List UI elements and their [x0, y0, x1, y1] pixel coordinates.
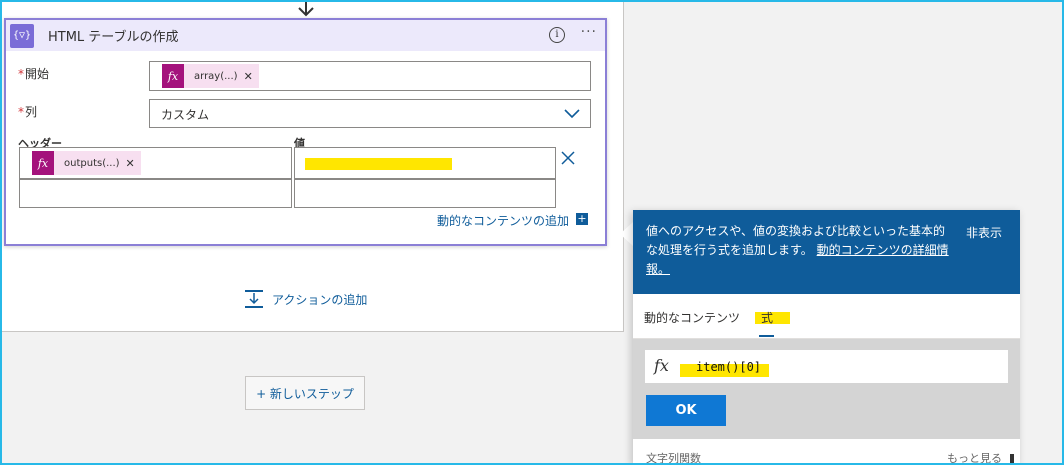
hide-button[interactable]: 非表示	[966, 224, 1002, 243]
header-cell-2[interactable]	[19, 179, 292, 208]
fx-icon: fx	[32, 151, 54, 175]
more-options-icon[interactable]: ···	[581, 24, 597, 40]
start-label: *開始	[18, 67, 50, 81]
chevron-down-icon	[564, 109, 580, 119]
column-select[interactable]: カスタム	[149, 99, 591, 128]
string-functions-label: 文字列関数	[646, 452, 701, 465]
see-more-link[interactable]: もっと見る	[947, 450, 1002, 465]
start-field[interactable]: fx array(...) ✕	[149, 61, 591, 91]
add-action-icon	[245, 290, 263, 308]
token-text: outputs(...)	[64, 157, 120, 169]
connector-arrow-icon	[298, 0, 314, 17]
fx-icon: fx	[162, 64, 184, 88]
expression-text: item()[0]	[696, 360, 762, 374]
add-action-label: アクションの追加	[272, 292, 368, 307]
new-step-button[interactable]: + 新しいステップ	[245, 376, 365, 410]
header-token[interactable]: fx outputs(...) ✕	[32, 151, 141, 175]
add-dynamic-content-icon[interactable]: +	[576, 213, 588, 225]
function-list-header: 文字列関数 もっと見る	[633, 439, 1020, 465]
card-title: HTML テーブルの作成	[48, 30, 179, 45]
popup-tabs: 動的なコンテンツ 式	[633, 294, 1020, 339]
highlight-mark	[305, 158, 452, 170]
expression-popup: 値へのアクセスや、値の変換および比較といった基本的な処理を行う式を追加します。 …	[633, 210, 1020, 465]
add-dynamic-content-link[interactable]: 動的なコンテンツの追加	[437, 212, 569, 229]
value-cell-2[interactable]	[294, 179, 556, 208]
info-icon[interactable]: i	[549, 27, 565, 43]
popup-header: 値へのアクセスや、値の変換および比較といった基本的な処理を行う式を追加します。 …	[633, 210, 1020, 294]
remove-token-icon[interactable]: ✕	[126, 157, 141, 170]
delete-row-icon[interactable]	[561, 151, 575, 165]
column-label: *列	[18, 105, 38, 119]
scrollbar[interactable]	[1010, 454, 1014, 465]
card-header[interactable]: {▽} HTML テーブルの作成 i ···	[6, 20, 605, 51]
data-operation-icon: {▽}	[10, 23, 34, 48]
value-cell-1[interactable]	[294, 147, 556, 179]
column-select-value: カスタム	[161, 108, 210, 122]
ok-button[interactable]: OK	[646, 395, 726, 426]
tab-dynamic-content[interactable]: 動的なコンテンツ	[644, 309, 740, 326]
expression-input[interactable]: fx item()[0]	[645, 350, 1008, 383]
tab-expression[interactable]: 式	[761, 309, 773, 326]
popup-caret	[620, 222, 633, 246]
remove-token-icon[interactable]: ✕	[244, 70, 259, 83]
add-action-button[interactable]: アクションの追加	[244, 289, 367, 309]
start-token[interactable]: fx array(...) ✕	[162, 64, 259, 88]
header-cell-1[interactable]: fx outputs(...) ✕	[19, 147, 292, 179]
expression-area: fx item()[0] OK	[633, 339, 1020, 439]
token-text: array(...)	[194, 70, 238, 82]
active-tab-indicator	[759, 335, 774, 337]
fx-icon: fx	[654, 356, 669, 375]
